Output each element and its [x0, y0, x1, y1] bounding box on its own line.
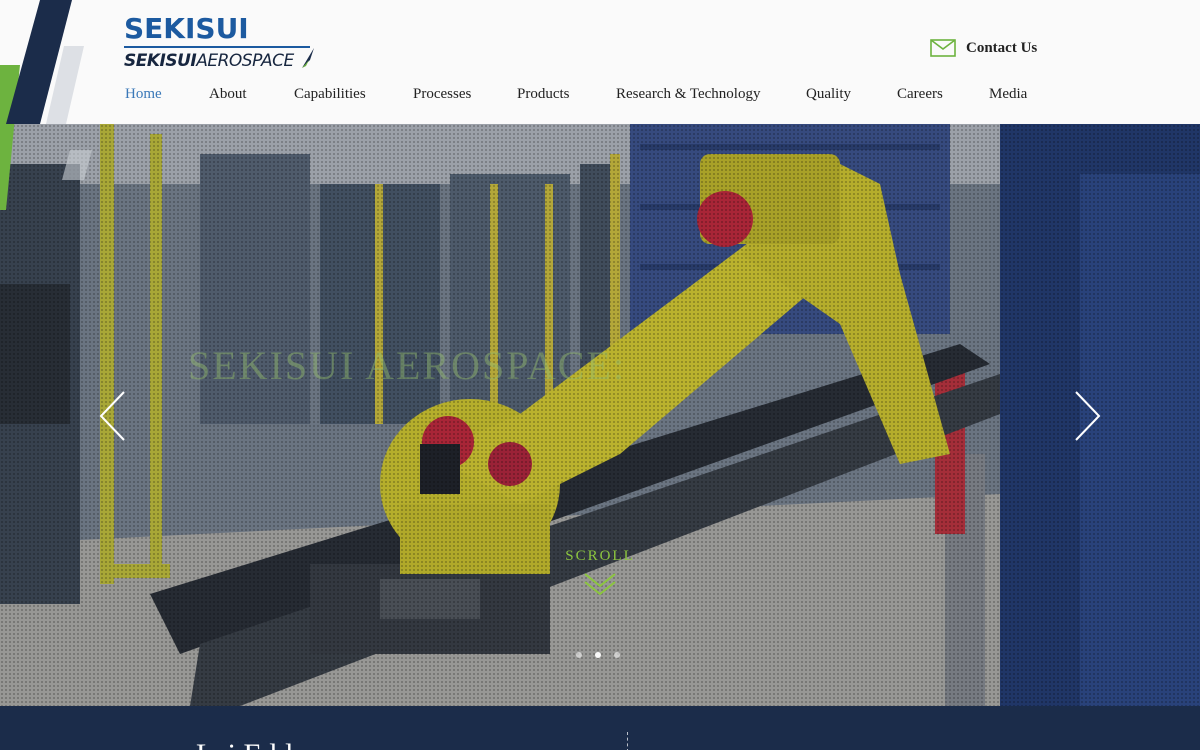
nav-item-about[interactable]: About	[209, 86, 247, 103]
nav-item-media[interactable]: Media	[989, 86, 1027, 103]
site-header: SEKISUI SEKISUIAEROSPACE Contact Us Home…	[0, 0, 1200, 124]
contact-us-label: Contact Us	[966, 39, 1038, 56]
chevron-left-icon	[99, 391, 125, 441]
logo-bottom-bold: SEKISUI	[124, 51, 197, 71]
nav-item-research-technology[interactable]: Research & Technology	[616, 86, 760, 103]
envelope-icon	[930, 39, 956, 57]
logo-swoosh-icon	[302, 48, 314, 68]
scroll-label: SCROLL	[565, 548, 635, 564]
nav-item-products[interactable]: Products	[517, 86, 570, 103]
nav-item-capabilities[interactable]: Capabilities	[294, 86, 366, 103]
sekisui-aerospace-logo[interactable]: SEKISUI SEKISUIAEROSPACE	[124, 14, 324, 72]
logo-top-text: SEKISUI	[124, 12, 249, 45]
slider-dot-2[interactable]	[595, 652, 601, 658]
nav-item-careers[interactable]: Careers	[897, 86, 943, 103]
contact-us-link[interactable]: Contact Us	[930, 39, 1037, 57]
slider-dot-1[interactable]	[576, 652, 582, 658]
nav-item-home[interactable]: Home	[125, 86, 162, 103]
hero-title: SEKISUI AEROSPACE:	[188, 343, 626, 388]
intro-band: Lai E l l	[0, 706, 1200, 750]
nav-item-processes[interactable]: Processes	[413, 86, 471, 103]
logo-bottom-text: SEKISUIAEROSPACE	[124, 51, 324, 71]
slider-next-button[interactable]	[1068, 386, 1108, 446]
slider-prev-button[interactable]	[94, 386, 134, 446]
slider-dot-3[interactable]	[614, 652, 620, 658]
double-chevron-down-icon	[584, 573, 616, 596]
nav-item-quality[interactable]: Quality	[806, 86, 851, 103]
logo-rule	[124, 46, 310, 48]
intro-band-heading: Lai E l l	[196, 738, 293, 750]
chevron-right-icon	[1075, 391, 1101, 441]
scroll-down-button[interactable]: SCROLL	[560, 548, 640, 597]
logo-bottom-thin: AEROSPACE	[196, 51, 294, 71]
hero-slider: SEKISUI AEROSPACE: SCROLL	[0, 124, 1200, 706]
hero-dot-overlay	[0, 124, 1200, 706]
intro-band-divider	[627, 732, 628, 750]
slider-pagination	[576, 652, 620, 658]
main-nav: Home About Capabilities Processes Produc…	[0, 86, 1200, 108]
